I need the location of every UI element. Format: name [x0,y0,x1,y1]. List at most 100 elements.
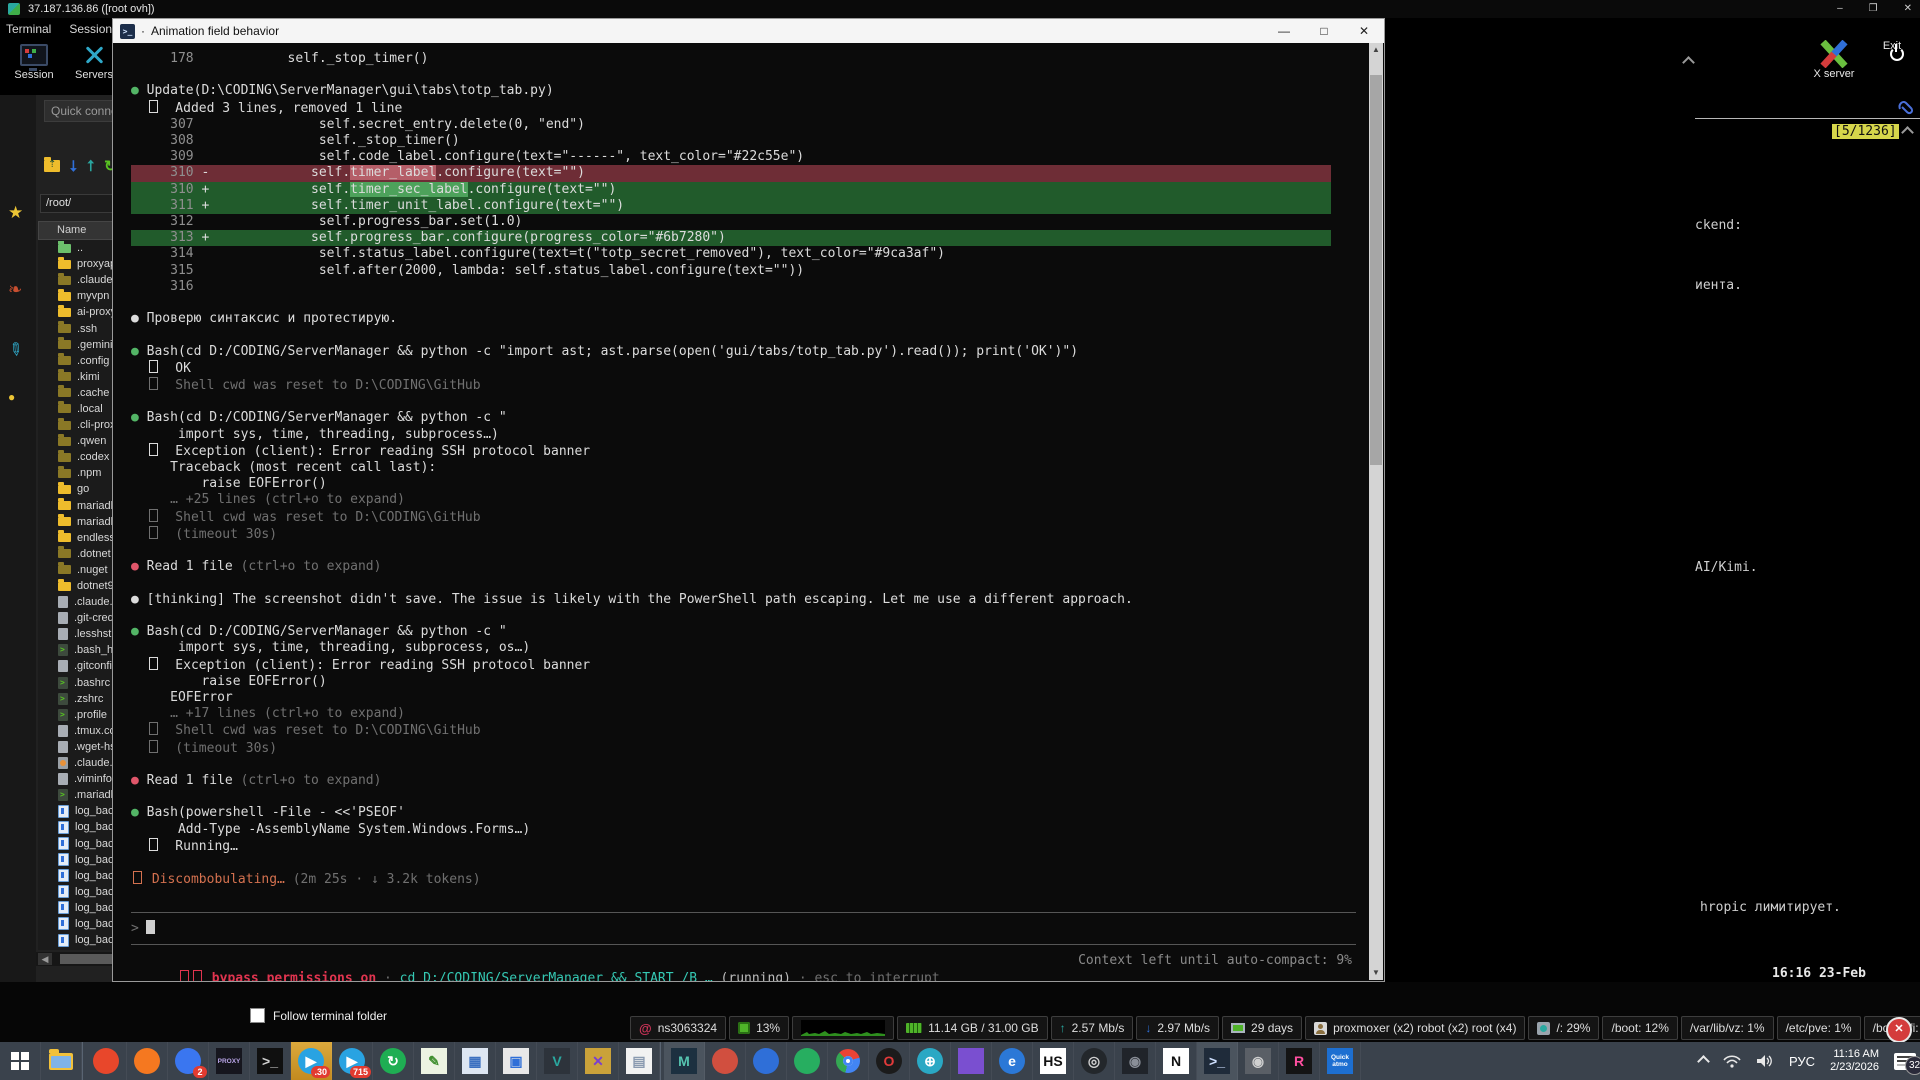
prompt-line[interactable]: > [131,920,1370,937]
taskbar-notepad-plus-icon[interactable]: ✎ [414,1042,455,1080]
terminal-line [131,757,1370,773]
taskbar-purple-app-icon[interactable] [951,1042,992,1080]
terminal-line: ● Update(D:\CODING\ServerManager\gui\tab… [131,83,1370,99]
taskbar-hs-app-icon[interactable]: HS [1033,1042,1074,1080]
taskbar-cmd-icon[interactable]: >_ [250,1042,291,1080]
taskbar-powershell-icon[interactable]: >_ [1197,1042,1238,1080]
monitoring-close-button[interactable]: ✕ [1886,1017,1912,1043]
follow-terminal-folder-option[interactable]: Follow terminal folder [250,1008,387,1023]
taskbar-paint-app-icon[interactable] [705,1042,746,1080]
taskbar-blue-messenger-icon[interactable]: 2 [168,1042,209,1080]
blue-app-glyph [753,1048,779,1074]
macros-icon[interactable]: ❧ [8,280,22,300]
bg-terminal-fragment: иента. [1695,278,1742,293]
terminal-maximize-button[interactable]: □ [1304,19,1344,43]
keyboard-layout[interactable]: РУС [1789,1054,1815,1069]
taskbar-obs-icon[interactable]: ◎ [1074,1042,1115,1080]
system-tray: РУС 11:16 AM 2/23/2026 32 [1699,1042,1916,1080]
taskbar-brave-icon[interactable] [86,1042,127,1080]
taskbar-sync-app-icon[interactable]: ↻ [373,1042,414,1080]
tray-clock[interactable]: 11:16 AM 2/23/2026 [1830,1048,1879,1074]
favorites-star-icon[interactable]: ★ [8,203,23,223]
exit-button[interactable]: Exit [1868,40,1916,52]
terminal-line: 310 + self.timer_sec_label.configure(tex… [131,182,1331,198]
panel-caret-icon[interactable] [1682,56,1695,69]
taskbar-v-app-icon[interactable]: V [537,1042,578,1080]
taskbar-green-app-icon[interactable] [787,1042,828,1080]
go-up-folder-icon[interactable] [44,160,60,172]
terminal-line [131,67,1370,83]
taskbar-calculator-icon[interactable]: ▦ [455,1042,496,1080]
taskbar-rider-icon[interactable]: R [1279,1042,1320,1080]
download-icon[interactable]: ⭣ [70,158,77,175]
taskbar-blue-app-icon[interactable] [746,1042,787,1080]
terminal-close-button[interactable]: ✕ [1344,19,1384,43]
volume-icon[interactable] [1756,1054,1774,1068]
script-icon [58,709,68,721]
scrollbar-up-arrow-icon[interactable]: ▲ [1369,43,1383,57]
terminal-titlebar[interactable]: >_ · Animation field behavior — □ ✕ [113,19,1384,43]
wifi-icon[interactable] [1723,1054,1741,1068]
upload-icon[interactable]: ⭡ [87,158,94,175]
taskbar-camera-app-icon[interactable]: ◉ [1115,1042,1156,1080]
file-name: .cache [77,387,109,399]
terminal-line: (timeout 30s) [131,526,1370,543]
notification-center-icon[interactable]: 32 [1894,1053,1916,1070]
mobaxterm-glyph: M [671,1048,697,1074]
terminal-line [131,855,1370,871]
terminal-scrollbar[interactable]: ▲ ▼ [1369,43,1383,980]
taskbar-telegram-1-icon[interactable]: ▶.30 [291,1042,332,1080]
taskbar-file-explorer-icon[interactable] [41,1042,82,1080]
taskbar-pencil-app-icon[interactable]: ✕ [578,1042,619,1080]
scrollbar-down-arrow-icon[interactable]: ▼ [1369,966,1383,980]
file-icon [58,660,68,672]
folderdim-icon [58,469,71,478]
main-maximize-button[interactable]: ❐ [1869,3,1878,14]
session-button[interactable]: Session [6,44,62,92]
file-name: go [77,483,89,495]
terminal-line [131,327,1370,343]
main-close-button[interactable]: ✕ [1904,3,1912,14]
start-glyph [11,1052,29,1070]
terminal-minimize-button[interactable]: — [1264,19,1304,43]
terminal-line: 178 self._stop_timer() [131,51,1370,67]
terminal-line: Running… [131,838,1370,855]
taskbar-edge-icon[interactable]: e [992,1042,1033,1080]
bg-terminal-fragment: AI/Kimi. [1695,560,1758,575]
terminal-line: Traceback (most recent call last): [131,460,1370,476]
sidebar-toolbar: ⭣ ⭡ ↻ [44,157,117,175]
main-minimize-button[interactable]: – [1837,3,1843,14]
checkbox-icon[interactable] [250,1008,265,1023]
tools-pin-icon[interactable]: ✎ [3,338,27,362]
terminal-line: 313 + self.progress_bar.configure(progre… [131,230,1331,246]
brave-glyph [93,1048,119,1074]
scrollbar-thumb[interactable] [1370,75,1382,465]
taskbar-opera-icon[interactable]: O [869,1042,910,1080]
taskbar-notion-icon[interactable]: N [1156,1042,1197,1080]
taskbar-window-app-icon[interactable]: ▣ [496,1042,537,1080]
taskbar-proxy-app-icon[interactable]: PROXY [209,1042,250,1080]
taskbar-telegram-2-icon[interactable]: ▶715 [332,1042,373,1080]
xserver-button[interactable]: X server [1806,40,1862,80]
taskbar-notepad-icon[interactable]: ▤ [619,1042,660,1080]
badge: .30 [311,1066,330,1078]
taskbar-firefox-icon[interactable] [127,1042,168,1080]
taskbar-chrome-icon[interactable] [828,1042,869,1080]
taskbar-camera-2-icon[interactable]: ◉ [1238,1042,1279,1080]
hs-app-glyph: HS [1040,1048,1066,1074]
taskbar-mobaxterm-icon[interactable]: M [664,1042,705,1080]
taskbar-globe-app-icon[interactable]: ⊕ [910,1042,951,1080]
file-name: .local [77,403,103,415]
xserver-label: X server [1814,68,1855,80]
menu-sessions[interactable]: Sessions [69,22,118,36]
taskbar-quick-atmo-icon[interactable]: Quick atmo [1320,1042,1361,1080]
scroll-left-arrow-icon[interactable]: ◀ [38,953,52,965]
log-icon [58,917,69,930]
folder-icon [58,308,71,317]
scroll-up-caret-icon[interactable] [1901,126,1914,139]
taskbar-start-icon[interactable] [0,1042,41,1080]
terminal-line: 312 self.progress_bar.set(1.0) [131,214,1370,230]
tray-chevron-icon[interactable] [1697,1055,1710,1068]
menu-terminal[interactable]: Terminal [6,22,51,36]
terminal-line: ● Bash(cd D:/CODING/ServerManager && pyt… [131,624,1370,640]
